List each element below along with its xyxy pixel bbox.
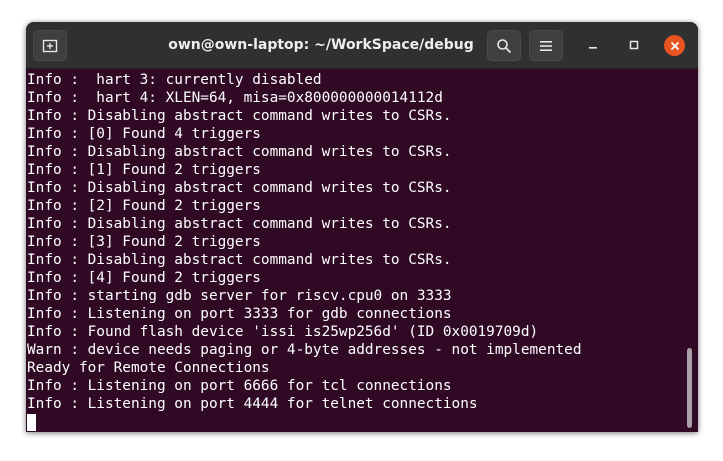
terminal-line: Info : Listening on port 4444 for telnet… [27,396,478,412]
terminal-line: Info : [3] Found 2 triggers [27,234,261,250]
terminal-line: Info : [2] Found 2 triggers [27,198,261,214]
terminal-line: Info : Disabling abstract command writes… [27,216,452,232]
scrollbar-thumb[interactable] [687,348,692,428]
prompt-line[interactable] [27,413,582,431]
terminal-line: Info : Disabling abstract command writes… [27,180,452,196]
terminal-line: Info : starting gdb server for riscv.cpu… [27,288,452,304]
window-title: own@own-laptop: ~/WorkSpace/debug [168,37,474,53]
terminal-line: Info : Listening on port 6666 for tcl co… [27,378,452,394]
terminal-line: Info : [1] Found 2 triggers [27,162,261,178]
maximize-icon [628,39,640,51]
terminal-line: Info : Listening on port 3333 for gdb co… [27,306,452,322]
terminal-line: Info : [0] Found 4 triggers [27,126,261,142]
terminal-lines: Info : hart 3: currently disabled Info :… [27,71,582,431]
terminal-window: own@own-laptop: ~/WorkSpace/debug Info:… [26,22,698,432]
new-tab-button[interactable] [33,30,67,61]
terminal-line: Info : Disabling abstract command writes… [27,144,452,160]
close-icon [670,41,680,51]
title-bar[interactable]: own@own-laptop: ~/WorkSpace/debug [26,22,698,69]
text-cursor [27,414,36,431]
terminal-line: Ready for Remote Connections [27,360,270,376]
terminal-line: Warn : device needs paging or 4-byte add… [27,342,582,358]
terminal-line: Info : hart 4: XLEN=64, misa=0x800000000… [27,90,443,106]
search-icon [496,38,512,54]
terminal-line: Info : hart 3: currently disabled [27,72,322,88]
terminal-line: Info : Disabling abstract command writes… [27,108,452,124]
minimize-button[interactable] [582,34,604,56]
terminal-output[interactable]: Info : hart 3: currently disabled Info :… [26,69,698,432]
minimize-icon [587,39,599,51]
terminal-line: Info : [4] Found 2 triggers [27,270,261,286]
search-button[interactable] [487,30,521,61]
menu-button[interactable] [529,30,563,61]
hamburger-menu-icon [539,40,553,52]
maximize-button[interactable] [623,34,645,56]
new-tab-icon [42,38,58,54]
close-button[interactable] [664,35,685,56]
terminal-line: Info : Found flash device 'issi is25wp25… [27,324,539,340]
terminal-line: Info : Disabling abstract command writes… [27,252,452,268]
